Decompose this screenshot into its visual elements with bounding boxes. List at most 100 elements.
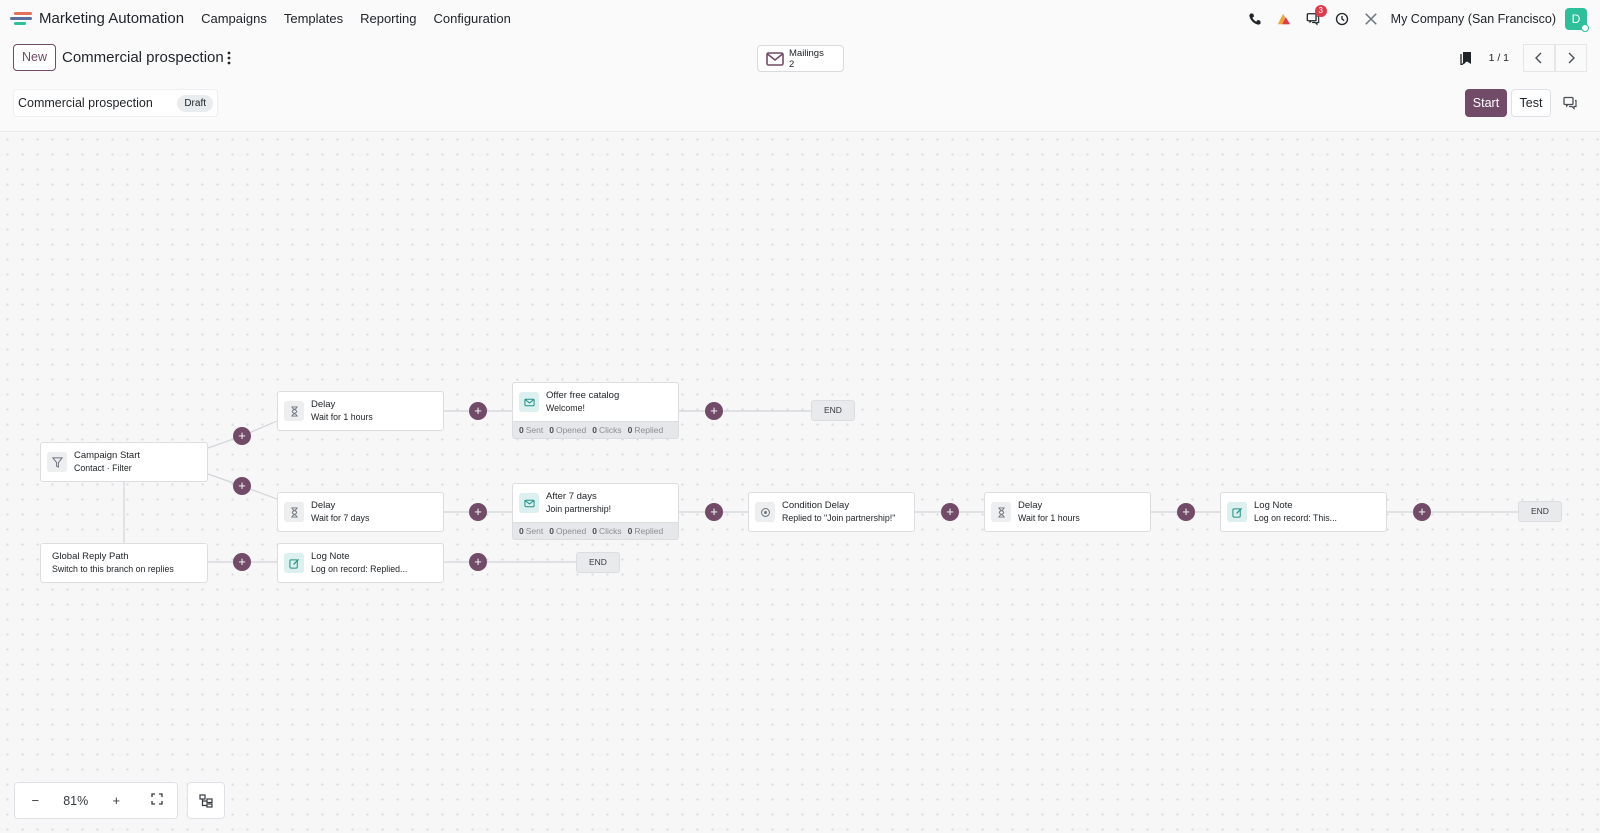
stat-replied-value: 0	[627, 425, 633, 435]
zoom-level: 81%	[63, 793, 89, 808]
layout-tree-icon[interactable]	[187, 782, 225, 819]
tools-icon[interactable]	[1363, 11, 1379, 27]
app-title: Marketing Automation	[39, 10, 185, 27]
menu-configuration[interactable]: Configuration	[433, 11, 510, 26]
node-delay-2[interactable]: Delay Wait for 7 days	[277, 492, 444, 532]
add-step-button[interactable]: +	[705, 402, 723, 420]
node-subtitle: Wait for 1 hours	[1018, 513, 1080, 523]
node-subtitle: Switch to this branch on replies	[52, 564, 174, 574]
test-button[interactable]: Test	[1511, 89, 1551, 117]
hourglass-icon	[284, 502, 304, 522]
more-actions-icon[interactable]	[226, 50, 232, 66]
mailing-stats: 0 Sent 0 Opened 0 Clicks 0 Replied	[512, 422, 679, 439]
stat-opened-label: Opened	[555, 526, 587, 536]
node-condition-delay[interactable]: Condition Delay Replied to "Join partner…	[748, 492, 915, 532]
node-subtitle: Wait for 7 days	[311, 513, 370, 523]
add-step-button[interactable]: +	[705, 503, 723, 521]
pager: 1 / 1	[1459, 44, 1600, 72]
node-delay-3[interactable]: Delay Wait for 1 hours	[984, 492, 1151, 532]
zoom-in-button[interactable]: +	[96, 793, 137, 808]
add-step-button[interactable]: +	[1177, 503, 1195, 521]
node-after-7-days[interactable]: After 7 days Join partnership!	[512, 483, 679, 523]
envelope-icon	[519, 392, 539, 412]
add-step-button[interactable]: +	[1413, 503, 1431, 521]
node-title: Delay	[311, 399, 336, 410]
add-step-button[interactable]: +	[233, 477, 251, 495]
add-step-button[interactable]: +	[233, 427, 251, 445]
mailings-smart-button[interactable]: Mailings 2	[757, 45, 844, 72]
add-step-button[interactable]: +	[469, 402, 487, 420]
node-title: Offer free catalog	[546, 390, 620, 401]
menu-campaigns[interactable]: Campaigns	[201, 11, 267, 26]
node-subtitle: Contact · Filter	[74, 463, 132, 473]
messages-badge: 3	[1314, 4, 1327, 17]
node-title: Delay	[311, 500, 336, 511]
mailing-stats: 0 Sent 0 Opened 0 Clicks 0 Replied	[512, 523, 679, 540]
mailings-label: Mailings	[789, 47, 824, 59]
node-log-note-1[interactable]: Log Note Log on record: This...	[1220, 492, 1387, 532]
add-step-button[interactable]: +	[941, 503, 959, 521]
node-log-note-2[interactable]: Log Note Log on record: Replied...	[277, 543, 444, 583]
node-subtitle: Log on record: This...	[1254, 513, 1337, 523]
add-step-button[interactable]: +	[469, 553, 487, 571]
envelope-icon	[766, 51, 784, 66]
add-step-button[interactable]: +	[469, 503, 487, 521]
chatter-icon[interactable]	[1563, 96, 1577, 110]
avatar-initial: D	[1571, 11, 1581, 26]
pager-next-button[interactable]	[1555, 44, 1587, 72]
mailings-count: 2	[789, 58, 795, 70]
menu-templates[interactable]: Templates	[284, 11, 343, 26]
hourglass-icon	[991, 502, 1011, 522]
presence-dot	[1581, 23, 1589, 32]
stat-sent-value: 0	[519, 526, 524, 536]
end-node: END	[811, 400, 855, 421]
stat-clicks-value: 0	[592, 526, 597, 536]
start-button[interactable]: Start	[1465, 89, 1507, 117]
node-campaign-start[interactable]: Campaign Start Contact · Filter	[40, 442, 208, 482]
node-offer-free-catalog[interactable]: Offer free catalog Welcome!	[512, 382, 679, 422]
messages-icon[interactable]: 3	[1305, 4, 1327, 27]
stat-clicks-value: 0	[592, 425, 597, 435]
campaign-name-value: Commercial prospection	[18, 96, 153, 110]
zoom-out-button[interactable]: −	[15, 793, 56, 808]
stat-clicks-label: Clicks	[598, 425, 622, 435]
add-step-button[interactable]: +	[233, 553, 251, 571]
envelope-icon	[519, 493, 539, 513]
node-title: After 7 days	[546, 491, 597, 502]
user-avatar[interactable]: D	[1565, 7, 1589, 32]
node-title: Condition Delay	[782, 500, 850, 511]
stat-opened-label: Opened	[555, 425, 587, 435]
target-icon	[755, 502, 775, 522]
app-logo-icon	[10, 11, 32, 26]
end-node: END	[576, 552, 620, 573]
fullscreen-icon[interactable]	[137, 793, 178, 808]
menu-reporting[interactable]: Reporting	[360, 11, 416, 26]
activity-icon[interactable]	[1276, 11, 1292, 27]
node-delay-1[interactable]: Delay Wait for 1 hours	[277, 391, 444, 431]
node-subtitle: Replied to "Join partnership!"	[782, 513, 896, 523]
phone-icon[interactable]	[1247, 11, 1263, 27]
breadcrumb-title: Commercial prospection	[62, 49, 224, 66]
node-subtitle: Log on record: Replied...	[311, 564, 408, 574]
node-title: Campaign Start	[74, 450, 141, 461]
edit-note-icon	[284, 553, 304, 573]
node-title: Global Reply Path	[52, 551, 129, 562]
hourglass-icon	[284, 401, 304, 421]
chevron-left-icon	[1535, 52, 1542, 64]
brand[interactable]: Marketing Automation	[10, 10, 201, 27]
edit-note-icon	[1227, 502, 1247, 522]
pager-previous-button[interactable]	[1523, 44, 1555, 72]
node-title: Log Note	[1254, 500, 1293, 511]
company-switcher[interactable]: My Company (San Francisco)	[1391, 12, 1556, 26]
campaign-name-field[interactable]: Commercial prospection Draft	[13, 89, 218, 117]
bookmark-icon[interactable]	[1459, 51, 1472, 67]
clock-icon[interactable]	[1334, 11, 1350, 27]
end-node: END	[1518, 501, 1562, 522]
pager-counter[interactable]: 1 / 1	[1489, 52, 1509, 64]
stat-replied-value: 0	[627, 526, 633, 536]
node-global-reply-path[interactable]: Global Reply Path Switch to this branch …	[40, 543, 208, 583]
filter-icon	[47, 452, 67, 472]
stat-replied-label: Replied	[634, 526, 664, 536]
status-badge: Draft	[177, 94, 213, 112]
new-button[interactable]: New	[13, 44, 57, 71]
